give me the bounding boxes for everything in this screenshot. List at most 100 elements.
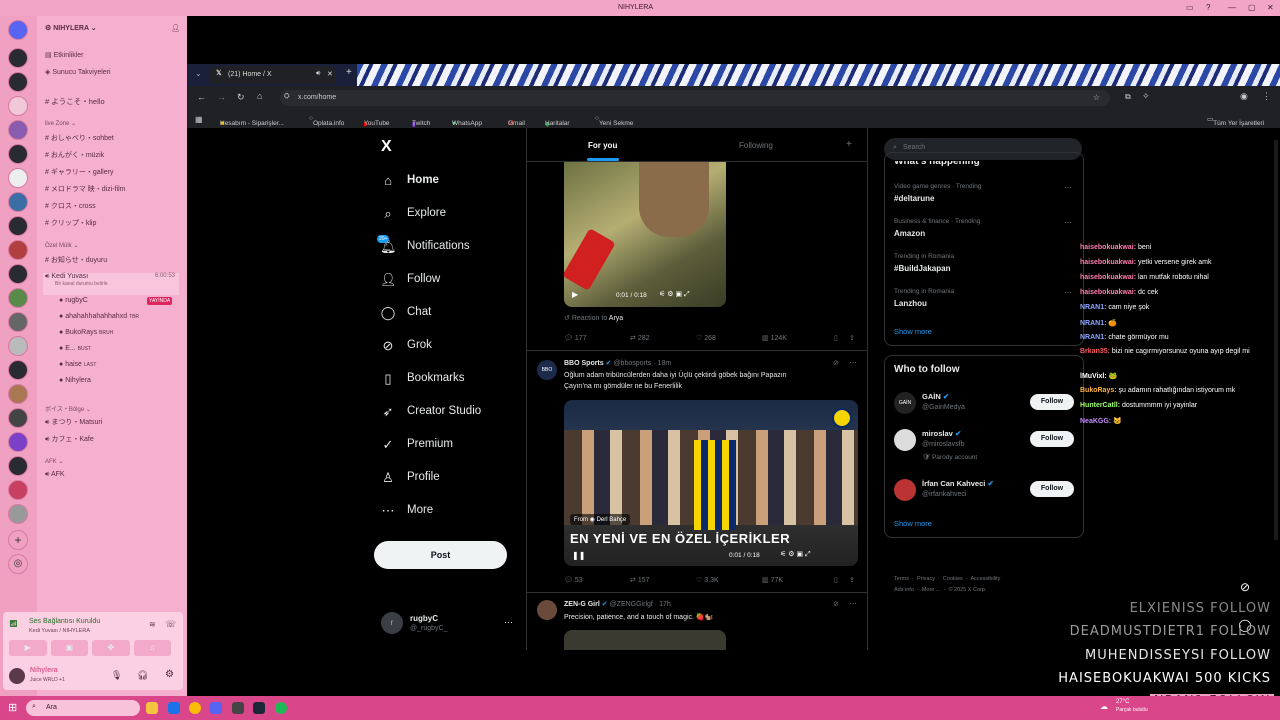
bookmark-item[interactable]: ○ Yeni Sekme xyxy=(595,115,633,127)
views-button[interactable]: ▥ 77K xyxy=(762,576,783,584)
bookmark-icon[interactable]: ▯ xyxy=(834,576,838,584)
channel-hello[interactable]: # ようこそ・hello xyxy=(45,96,105,107)
reply-button[interactable]: 💬︎ 177 xyxy=(564,334,587,342)
trend-menu-icon[interactable]: ⋯ xyxy=(1064,288,1072,297)
headphones-icon[interactable]: 🎧︎ xyxy=(137,670,148,681)
address-bar[interactable]: ⛭ x.com/home ☆ xyxy=(280,90,1110,106)
start-icon[interactable]: ⊞ xyxy=(8,701,17,714)
microphone-icon[interactable]: 🎙︎ xyxy=(111,670,122,681)
all-bookmarks[interactable]: ▭ Tüm Yer İşaretleri xyxy=(1207,115,1264,127)
category-live[interactable]: live Zone ⌄ xyxy=(45,120,76,127)
site-info-icon[interactable]: ⛭ xyxy=(284,93,290,101)
server-icon[interactable] xyxy=(8,192,28,212)
server-icon[interactable] xyxy=(8,48,28,68)
tweet-author[interactable]: BBO Sports xyxy=(564,360,604,367)
tab-for-you[interactable]: For you xyxy=(527,128,697,162)
channel-duyuru[interactable]: # お知らせ・duyuru xyxy=(45,255,107,265)
views-button[interactable]: ▥ 124K xyxy=(762,334,787,342)
explore-servers-icon[interactable]: ◎ xyxy=(8,554,28,574)
tweet-menu-icon[interactable]: ⋯ xyxy=(849,599,857,608)
extensions-puzzle-icon[interactable]: ✧ xyxy=(1142,91,1150,102)
voice-channel-afk[interactable]: 🔊︎ AFK xyxy=(45,471,65,479)
show-more-link[interactable]: Show more xyxy=(894,519,932,528)
footer-link[interactable]: Privacy xyxy=(917,576,935,582)
discord-icon[interactable] xyxy=(210,702,222,714)
tweet-author[interactable]: ZEN-G Girl xyxy=(564,601,600,608)
extension-icon[interactable]: ⧉ xyxy=(1125,92,1131,102)
chrome-icon[interactable] xyxy=(189,702,201,714)
new-tab-icon[interactable]: + xyxy=(346,67,352,78)
add-tab-icon[interactable]: + xyxy=(846,139,852,150)
weather-icon[interactable]: ☁ xyxy=(1100,702,1108,711)
server-icon[interactable] xyxy=(8,360,28,380)
settings-gear-icon[interactable]: ⚙ xyxy=(165,669,174,680)
voice-channel-kedi-yuvasi[interactable]: 🔊︎ Kedi Yuvası 6:00:53 Bir kanal durumu be… xyxy=(43,273,179,295)
grok-icon[interactable]: ⊘ xyxy=(833,359,839,367)
audio-icon[interactable]: 🔊︎ xyxy=(316,70,320,78)
server-icon[interactable] xyxy=(8,144,28,164)
pause-icon[interactable]: ❚❚ xyxy=(572,551,585,560)
trend-item[interactable]: Lanzhou xyxy=(894,299,927,308)
suggestion-name[interactable]: GAİN ✔ xyxy=(922,392,949,401)
avatar[interactable]: GAİN xyxy=(894,392,916,414)
follow-button[interactable]: Follow xyxy=(1030,481,1074,497)
channel-sohbet[interactable]: # おしゃべり・sohbet xyxy=(45,133,114,143)
server-icon[interactable] xyxy=(8,240,28,260)
play-icon[interactable]: ▶ xyxy=(572,290,578,299)
taskbar-app-icon[interactable] xyxy=(232,702,244,714)
tweet-menu-icon[interactable]: ⋯ xyxy=(849,358,857,367)
screen-share-button[interactable]: ▣ xyxy=(50,640,88,656)
tab-following[interactable]: Following xyxy=(697,128,847,162)
follow-button[interactable]: Follow xyxy=(1030,394,1074,410)
category-afk[interactable]: AFK ⌄ xyxy=(45,458,63,465)
menu-icon[interactable]: ⋮ xyxy=(1262,91,1271,102)
channel-muzik[interactable]: # おんがく・müzik xyxy=(45,150,104,160)
voice-channel-matsuri[interactable]: 🔊︎ まつり・Matsuri xyxy=(45,417,102,427)
reply-button[interactable]: 💬︎ 53 xyxy=(564,576,583,584)
trend-item[interactable]: #deltarune xyxy=(894,194,934,203)
tab-x-home[interactable]: 𝕏 (21) Home / X 🔊︎ ✕ xyxy=(210,66,335,84)
tab-close-icon[interactable]: ✕ xyxy=(327,70,333,78)
server-icon[interactable] xyxy=(8,336,28,356)
forward-icon[interactable]: → xyxy=(217,92,226,102)
avatar[interactable]: BBO xyxy=(537,360,557,380)
suggestion-name[interactable]: İrfan Can Kahveci ✔ xyxy=(922,479,994,488)
footer-link[interactable]: More ... xyxy=(922,587,941,593)
server-icon[interactable] xyxy=(8,96,28,116)
voice-user[interactable]: ● Nihylera xyxy=(59,377,91,384)
back-icon[interactable]: ← xyxy=(197,92,206,102)
video-controls-icon[interactable]: ⚟ ⚙ ▣ ⤢ xyxy=(659,290,690,299)
file-explorer-icon[interactable] xyxy=(146,702,158,714)
voice-user[interactable]: ● rugbyC YAYINDA xyxy=(59,297,173,305)
server-icon[interactable] xyxy=(8,216,28,236)
server-icon[interactable] xyxy=(8,72,28,92)
server-icon[interactable] xyxy=(8,312,28,332)
account-menu-icon[interactable]: ⋯ xyxy=(504,617,513,628)
inbox-icon[interactable]: ▭ xyxy=(1186,3,1194,12)
add-user-icon[interactable]: 👤︎ xyxy=(171,24,180,32)
bookmark-item[interactable]: ○ Oplata.info xyxy=(309,115,344,127)
server-icon[interactable] xyxy=(8,432,28,452)
suggestion-name[interactable]: miroslav ✔ xyxy=(922,429,961,438)
soundboard-button[interactable]: ♫ xyxy=(133,640,171,656)
server-icon[interactable] xyxy=(8,480,28,500)
share-icon[interactable]: ⇪ xyxy=(849,334,855,342)
category-ozel[interactable]: Özel Mülk ⌄ xyxy=(45,242,78,249)
scrollbar[interactable] xyxy=(1274,140,1278,540)
discord-home-icon[interactable] xyxy=(8,20,28,40)
grok-icon[interactable]: ⊘ xyxy=(833,600,839,608)
grok-icon[interactable]: ⊘ xyxy=(1236,580,1254,598)
profile-icon[interactable]: ◉ xyxy=(1240,91,1248,102)
share-icon[interactable]: ⇪ xyxy=(849,576,855,584)
maximize-icon[interactable]: ▢ xyxy=(1248,3,1256,12)
category-voice[interactable]: ボイス・Bölge ⌄ xyxy=(45,404,91,413)
server-icon[interactable] xyxy=(8,120,28,140)
bookmark-icon[interactable]: ▯ xyxy=(834,334,838,342)
server-icon[interactable] xyxy=(8,288,28,308)
events-item[interactable]: ▤ Etkinlikler xyxy=(45,51,84,59)
server-icon[interactable] xyxy=(8,264,28,284)
footer-link[interactable]: Ads info xyxy=(894,587,914,593)
show-more-link[interactable]: Show more xyxy=(894,327,932,336)
home-icon[interactable]: ⌂ xyxy=(257,91,262,101)
trend-item[interactable]: Amazon xyxy=(894,229,925,238)
